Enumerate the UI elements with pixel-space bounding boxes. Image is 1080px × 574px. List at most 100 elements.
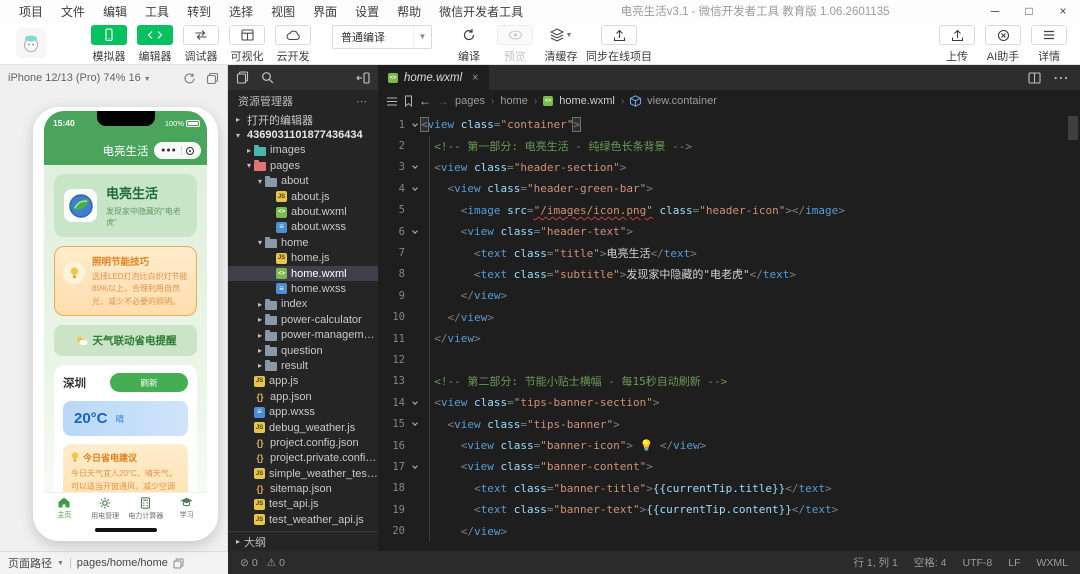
simulator-refresh-icon[interactable] [183, 72, 196, 85]
tree-item-打开的编辑器[interactable]: ▸ 打开的编辑器 [228, 112, 378, 127]
tab-home-wxml[interactable]: <> home.wxml × [378, 65, 489, 90]
close-tab-icon[interactable]: × [472, 72, 478, 84]
breadcrumb-home[interactable]: home [500, 95, 528, 107]
menu-tools[interactable]: 工具 [136, 3, 178, 20]
fold-chevron-icon[interactable] [408, 398, 421, 405]
eol-setting[interactable]: LF [1008, 557, 1020, 569]
tree-item-about.wxml[interactable]: <> about.wxml [228, 204, 378, 219]
menu-goto[interactable]: 转到 [178, 3, 220, 20]
tree-item-sitemap.json[interactable]: {} sitemap.json [228, 481, 378, 496]
tree-item-project.private.config.js...[interactable]: {} project.private.config.js... [228, 451, 378, 466]
fold-chevron-icon[interactable] [408, 227, 421, 234]
tree-item-about.js[interactable]: JS about.js [228, 189, 378, 204]
menu-interface[interactable]: 界面 [304, 3, 346, 20]
outline-section[interactable]: ▸ 大纲 [228, 531, 378, 551]
code-line-17[interactable]: 17 <view class="banner-content"> [378, 456, 1080, 477]
search-icon[interactable] [261, 71, 274, 84]
breadcrumb-symbol[interactable]: view.container [647, 95, 717, 107]
tree-item-project.config.json[interactable]: {} project.config.json [228, 435, 378, 450]
menu-help[interactable]: 帮助 [388, 3, 430, 20]
code-line-6[interactable]: 6 <view class="header-text"> [378, 221, 1080, 242]
tree-item-app.json[interactable]: {} app.json [228, 389, 378, 404]
cloud-dev-button[interactable]: 云开发 [272, 25, 314, 64]
tree-item-power-calculator[interactable]: ▸ power-calculator [228, 312, 378, 327]
outline-menu-icon[interactable] [386, 97, 398, 106]
tree-item-home[interactable]: ▾ home [228, 235, 378, 250]
sync-online-project-button[interactable]: 同步在线项目 [586, 25, 652, 64]
details-button[interactable]: 详情 [1028, 25, 1070, 64]
refresh-weather-button[interactable]: 刷新 [110, 373, 188, 393]
code-line-11[interactable]: 11 </view> [378, 328, 1080, 349]
tree-item-home.wxss[interactable]: ≡ home.wxss [228, 281, 378, 296]
close-button[interactable]: × [1046, 0, 1080, 22]
weather-link-banner[interactable]: 天气联动省电提醒 [54, 325, 197, 357]
code-line-10[interactable]: 10 </view> [378, 307, 1080, 328]
tree-item-home.js[interactable]: JS home.js [228, 251, 378, 266]
code-editor[interactable]: 1 <view class="container"> 2 <!-- 第一部分: 电亮… [378, 112, 1080, 551]
editor-scrollbar[interactable] [1068, 116, 1078, 140]
more-dots-icon[interactable]: ●●● [161, 147, 177, 154]
fold-chevron-icon[interactable] [408, 120, 421, 127]
encoding-setting[interactable]: UTF-8 [962, 557, 992, 569]
tree-item-index[interactable]: ▸ index [228, 297, 378, 312]
upload-button[interactable]: 上传 [936, 25, 978, 64]
more-actions-icon[interactable]: ⋯ [356, 95, 368, 108]
code-line-7[interactable]: 7 <text class="title">电亮生活</text> [378, 242, 1080, 263]
files-icon[interactable] [236, 71, 249, 84]
tree-item-test_weather_api.js[interactable]: JS test_weather_api.js [228, 512, 378, 527]
tree-item-debug_weather.js[interactable]: JS debug_weather.js [228, 420, 378, 435]
ai-assistant-button[interactable]: AI助手 [982, 25, 1024, 64]
compile-mode-dropdown[interactable]: 普通编译 ▼ [332, 25, 432, 49]
fold-chevron-icon[interactable] [408, 420, 421, 426]
menu-edit[interactable]: 编辑 [94, 3, 136, 20]
split-editor-icon[interactable] [1028, 71, 1041, 84]
tab-home[interactable]: 主页 [44, 497, 85, 520]
detach-window-icon[interactable] [206, 72, 219, 85]
copy-path-icon[interactable] [173, 558, 184, 569]
tree-item-home.wxml[interactable]: <> home.wxml [228, 265, 378, 282]
menu-project[interactable]: 项目 [10, 3, 52, 20]
code-line-9[interactable]: 9 </view> [378, 285, 1080, 306]
nav-back-icon[interactable]: ← [419, 94, 431, 108]
code-line-1[interactable]: 1 <view class="container"> [378, 114, 1080, 135]
fold-chevron-icon[interactable] [408, 163, 421, 170]
compile-button[interactable]: 编译 [448, 25, 490, 64]
code-line-14[interactable]: 14 <view class="tips-banner-section"> [378, 392, 1080, 413]
minimize-button[interactable]: ─ [978, 0, 1012, 22]
tab-learn[interactable]: 学习 [166, 497, 207, 520]
code-line-20[interactable]: 20 </view> [378, 520, 1080, 541]
code-line-13[interactable]: 13 <!-- 第二部分: 节能小贴士横幅 - 每15秒自动刷新 --> [378, 371, 1080, 392]
code-line-5[interactable]: 5 <image src="/images/icon.png" class="h… [378, 200, 1080, 221]
menu-settings[interactable]: 设置 [346, 3, 388, 20]
code-line-2[interactable]: 2 <!-- 第一部分: 电亮生活 - 纯绿色长条背景 --> [378, 135, 1080, 156]
tree-item-images[interactable]: ▸ images [228, 143, 378, 158]
tree-item-result[interactable]: ▸ result [228, 358, 378, 373]
wechat-capsule[interactable]: ●●● [154, 142, 201, 159]
code-line-3[interactable]: 3 <view class="header-section"> [378, 157, 1080, 178]
editor-toggle-button[interactable]: 编辑器 [134, 25, 176, 64]
bookmark-icon[interactable] [404, 95, 413, 107]
debugger-toggle-button[interactable]: 调试器 [180, 25, 222, 64]
problems-indicator[interactable]: ⊘ 0 ⚠ 0 [240, 557, 285, 569]
code-line-4[interactable]: 4 <view class="header-green-bar"> [378, 178, 1080, 199]
language-mode[interactable]: WXML [1037, 557, 1069, 569]
visualization-toggle-button[interactable]: 可视化 [226, 25, 268, 64]
breadcrumb-pages[interactable]: pages [455, 95, 485, 107]
tree-item-4369031101877436434[interactable]: ▾ 4369031101877436434 [228, 127, 378, 142]
code-line-16[interactable]: 16 <view class="banner-icon"> 💡 </view> [378, 435, 1080, 456]
tree-item-simple_weather_test.js[interactable]: JS simple_weather_test.js [228, 466, 378, 481]
code-line-8[interactable]: 8 <text class="subtitle">发现家中隐藏的"电老虎"</t… [378, 264, 1080, 285]
tree-item-question[interactable]: ▸ question [228, 343, 378, 358]
fold-chevron-icon[interactable] [408, 185, 421, 191]
tree-item-test_api.js[interactable]: JS test_api.js [228, 497, 378, 512]
tree-item-pages[interactable]: ▾ pages [228, 158, 378, 173]
tree-item-app.js[interactable]: JS app.js [228, 374, 378, 389]
code-line-15[interactable]: 15 <view class="tips-banner"> [378, 413, 1080, 434]
maximize-button[interactable]: □ [1012, 0, 1046, 22]
menu-file[interactable]: 文件 [52, 3, 94, 20]
tree-item-power-management[interactable]: ▸ power-management [228, 327, 378, 342]
code-line-12[interactable]: 12 [378, 349, 1080, 370]
tree-item-about.wxss[interactable]: ≡ about.wxss [228, 220, 378, 235]
menu-devtools[interactable]: 微信开发者工具 [430, 3, 532, 20]
breadcrumb-file[interactable]: home.wxml [559, 95, 615, 107]
